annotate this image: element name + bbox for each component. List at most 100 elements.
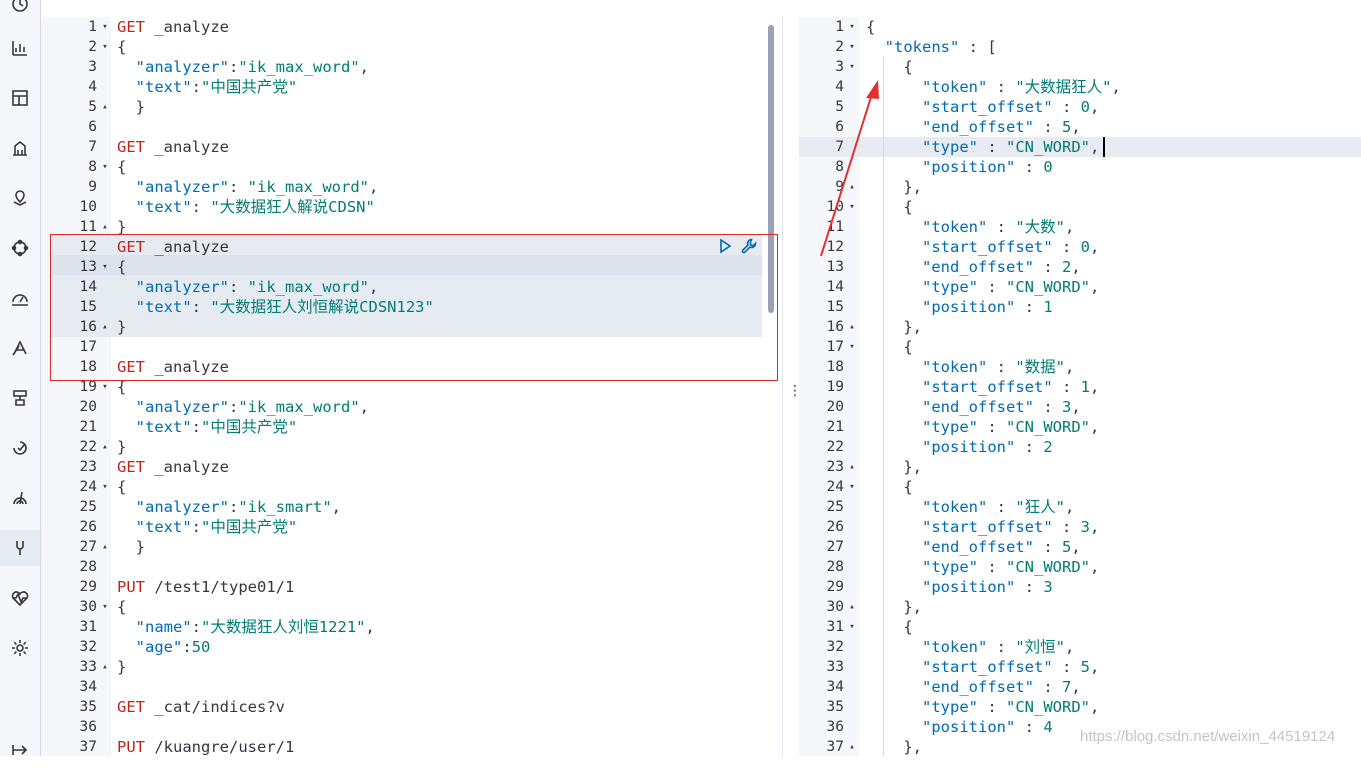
- request-line[interactable]: 1 ▾ GET _analyze: [41, 17, 782, 37]
- canvas-icon[interactable]: [0, 130, 40, 166]
- fold-open-icon[interactable]: ▾: [846, 337, 858, 357]
- response-line[interactable]: 2 ▾ "tokens" : [: [799, 37, 1361, 57]
- maps-icon[interactable]: [0, 180, 40, 216]
- request-line[interactable]: 34: [41, 677, 782, 697]
- request-line[interactable]: 31 "name":"大数据狂人刘恒1221",: [41, 617, 782, 637]
- fold-open-icon[interactable]: ▾: [846, 197, 858, 217]
- response-line[interactable]: 8 "position" : 0: [799, 157, 1361, 177]
- request-line[interactable]: 25 "analyzer":"ik_smart",: [41, 497, 782, 517]
- response-line[interactable]: 23 ▴ },: [799, 457, 1361, 477]
- response-line[interactable]: 10 ▾ {: [799, 197, 1361, 217]
- fold-open-icon[interactable]: ▾: [99, 37, 111, 57]
- request-line[interactable]: 2 ▾ {: [41, 37, 782, 57]
- response-line[interactable]: 3 ▾ {: [799, 57, 1361, 77]
- response-line[interactable]: 31 ▾ {: [799, 617, 1361, 637]
- request-line[interactable]: 3 "analyzer":"ik_max_word",: [41, 57, 782, 77]
- collapse-icon[interactable]: [0, 732, 40, 768]
- fold-close-icon[interactable]: ▴: [99, 97, 111, 117]
- response-line[interactable]: 19 "start_offset" : 1,: [799, 377, 1361, 397]
- fold-close-icon[interactable]: ▴: [99, 537, 111, 557]
- request-line[interactable]: 37 PUT /kuangre/user/1: [41, 737, 782, 756]
- fold-close-icon[interactable]: ▴: [846, 597, 858, 617]
- request-line[interactable]: 20 "analyzer":"ik_max_word",: [41, 397, 782, 417]
- apm-icon[interactable]: [0, 380, 40, 416]
- fold-open-icon[interactable]: ▾: [846, 617, 858, 637]
- request-line[interactable]: 33 ▴}: [41, 657, 782, 677]
- request-line[interactable]: 7 GET _analyze: [41, 137, 782, 157]
- fold-open-icon[interactable]: ▾: [99, 597, 111, 617]
- pane-divider[interactable]: ⋮: [782, 17, 802, 756]
- response-line[interactable]: 33 "start_offset" : 5,: [799, 657, 1361, 677]
- request-line[interactable]: 26 "text":"中国共产党": [41, 517, 782, 537]
- response-line[interactable]: 14 "type" : "CN_WORD",: [799, 277, 1361, 297]
- response-line[interactable]: 15 "position" : 1: [799, 297, 1361, 317]
- ml-icon[interactable]: [0, 230, 40, 266]
- fold-open-icon[interactable]: ▾: [846, 57, 858, 77]
- request-editor[interactable]: 1 ▾ GET _analyze 2 ▾{3 "analyzer":"ik_max_wo…: [41, 17, 782, 756]
- fold-close-icon[interactable]: ▴: [99, 657, 111, 677]
- request-line[interactable]: 5 ▴ }: [41, 97, 782, 117]
- request-line[interactable]: 24 ▾ {: [41, 477, 782, 497]
- monitoring-icon[interactable]: [0, 580, 40, 616]
- siem-icon[interactable]: [0, 480, 40, 516]
- fold-open-icon[interactable]: ▾: [846, 17, 858, 37]
- fold-close-icon[interactable]: ▴: [846, 177, 858, 197]
- request-line[interactable]: 22 ▴}: [41, 437, 782, 457]
- response-line[interactable]: 16 ▴ },: [799, 317, 1361, 337]
- request-line[interactable]: 4 "text":"中国共产党": [41, 77, 782, 97]
- request-line[interactable]: 6: [41, 117, 782, 137]
- request-line[interactable]: 23 GET _analyze: [41, 457, 782, 477]
- response-line[interactable]: 7 "type" : "CN_WORD",: [799, 137, 1361, 157]
- fold-open-icon[interactable]: ▾: [99, 17, 111, 37]
- response-line[interactable]: 11 "token" : "大数",: [799, 217, 1361, 237]
- uptime-icon[interactable]: [0, 430, 40, 466]
- visualize-icon[interactable]: [0, 30, 40, 66]
- response-line[interactable]: 29 "position" : 3: [799, 577, 1361, 597]
- response-line[interactable]: 17 ▾ {: [799, 337, 1361, 357]
- response-line[interactable]: 34 "end_offset" : 7,: [799, 677, 1361, 697]
- response-line[interactable]: 4 "token" : "大数据狂人",: [799, 77, 1361, 97]
- response-line[interactable]: 32 "token" : "刘恒",: [799, 637, 1361, 657]
- fold-close-icon[interactable]: ▴: [846, 737, 858, 756]
- request-line[interactable]: 35 GET _cat/indices?v: [41, 697, 782, 717]
- response-line[interactable]: 6 "end_offset" : 5,: [799, 117, 1361, 137]
- response-line[interactable]: 25 "token" : "狂人",: [799, 497, 1361, 517]
- response-viewer[interactable]: 1 ▾{2 ▾ "tokens" : [3 ▾ {4 "token" : "大数据狂人…: [799, 17, 1361, 756]
- request-line[interactable]: 9 "analyzer": "ik_max_word",: [41, 177, 782, 197]
- response-line[interactable]: 24 ▾ {: [799, 477, 1361, 497]
- fold-close-icon[interactable]: ▴: [99, 437, 111, 457]
- fold-open-icon[interactable]: ▾: [99, 477, 111, 497]
- response-line[interactable]: 9 ▴ },: [799, 177, 1361, 197]
- logs-icon[interactable]: [0, 330, 40, 366]
- request-line[interactable]: 29 PUT /test1/type01/1: [41, 577, 782, 597]
- response-line[interactable]: 12 "start_offset" : 0,: [799, 237, 1361, 257]
- fold-open-icon[interactable]: ▾: [846, 477, 858, 497]
- request-line[interactable]: 36: [41, 717, 782, 737]
- request-line[interactable]: 21 "text":"中国共产党": [41, 417, 782, 437]
- response-line[interactable]: 22 "position" : 2: [799, 437, 1361, 457]
- response-line[interactable]: 27 "end_offset" : 5,: [799, 537, 1361, 557]
- metrics-icon[interactable]: [0, 280, 40, 316]
- fold-close-icon[interactable]: ▴: [846, 457, 858, 477]
- request-line[interactable]: 8 ▾ {: [41, 157, 782, 177]
- response-line[interactable]: 30 ▴ },: [799, 597, 1361, 617]
- response-line[interactable]: 1 ▾ {: [799, 17, 1361, 37]
- fold-open-icon[interactable]: ▾: [99, 157, 111, 177]
- request-line[interactable]: 10 "text": "大数据狂人解说CDSN": [41, 197, 782, 217]
- response-line[interactable]: 28 "type" : "CN_WORD",: [799, 557, 1361, 577]
- response-line[interactable]: 5 "start_offset" : 0,: [799, 97, 1361, 117]
- clock-icon[interactable]: [0, 0, 40, 22]
- response-line[interactable]: 35 "type" : "CN_WORD",: [799, 697, 1361, 717]
- request-line[interactable]: 27 ▴ }: [41, 537, 782, 557]
- response-line[interactable]: 21 "type" : "CN_WORD",: [799, 417, 1361, 437]
- response-line[interactable]: 13 "end_offset" : 2,: [799, 257, 1361, 277]
- response-line[interactable]: 20 "end_offset" : 3,: [799, 397, 1361, 417]
- management-icon[interactable]: [0, 630, 40, 666]
- dashboard-icon[interactable]: [0, 80, 40, 116]
- response-line[interactable]: 26 "start_offset" : 3,: [799, 517, 1361, 537]
- fold-close-icon[interactable]: ▴: [846, 317, 858, 337]
- fold-open-icon[interactable]: ▾: [846, 37, 858, 57]
- response-line[interactable]: 18 "token" : "数据",: [799, 357, 1361, 377]
- request-line[interactable]: 32 "age":50: [41, 637, 782, 657]
- request-line[interactable]: 28: [41, 557, 782, 577]
